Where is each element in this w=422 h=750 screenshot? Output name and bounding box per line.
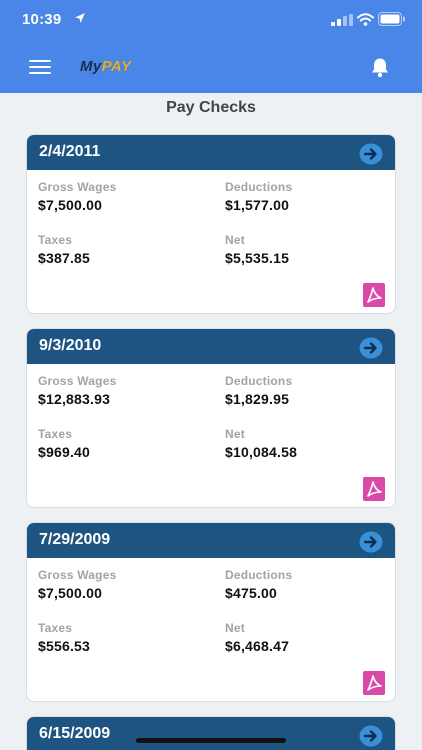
gross-wages-value: $7,500.00 — [38, 585, 103, 601]
paycheck-card-header: 9/3/2010 — [27, 329, 395, 364]
gross-wages-value: $12,883.93 — [38, 391, 111, 407]
paycheck-card-header: 6/15/2009 — [27, 717, 395, 750]
logo-my: My — [80, 58, 102, 75]
deductions-label: Deductions — [225, 568, 293, 582]
deductions-label: Deductions — [225, 374, 293, 388]
paycheck-card: 9/3/2010 Gross Wages $12,883.93 Deductio… — [26, 328, 396, 508]
gross-wages-label: Gross Wages — [38, 374, 117, 388]
pdf-icon[interactable] — [363, 477, 385, 501]
taxes-value: $387.85 — [38, 250, 91, 266]
app-header: 10:39 MyPAY — [0, 0, 422, 93]
arrow-right-circle-icon[interactable] — [359, 531, 383, 553]
paycheck-card: 6/15/2009 — [26, 716, 396, 750]
wifi-icon — [357, 13, 374, 26]
cellular-signal-icon — [331, 14, 353, 26]
taxes-value: $969.40 — [38, 444, 91, 460]
pdf-icon[interactable] — [363, 283, 385, 307]
net-value: $10,084.58 — [225, 444, 298, 460]
paycheck-card: 2/4/2011 Gross Wages $7,500.00 Deduction… — [26, 134, 396, 314]
deductions-value: $1,577.00 — [225, 197, 290, 213]
logo-pay: PAY — [101, 58, 132, 75]
net-value: $6,468.47 — [225, 638, 290, 654]
location-arrow-icon — [75, 13, 85, 23]
paycheck-card-header: 7/29/2009 — [27, 523, 395, 558]
page-title: Pay Checks — [166, 99, 256, 116]
paycheck-date: 6/15/2009 — [39, 725, 111, 742]
status-time: 10:39 — [22, 11, 62, 28]
deductions-value: $1,829.95 — [225, 391, 290, 407]
taxes-value: $556.53 — [38, 638, 91, 654]
paycheck-date: 2/4/2011 — [39, 143, 101, 160]
gross-wages-label: Gross Wages — [38, 180, 117, 194]
gross-wages-label: Gross Wages — [38, 568, 117, 582]
taxes-label: Taxes — [38, 427, 73, 441]
taxes-label: Taxes — [38, 621, 73, 635]
hamburger-menu-icon[interactable] — [29, 59, 51, 75]
bell-icon[interactable] — [370, 57, 390, 78]
gross-wages-value: $7,500.00 — [38, 197, 103, 213]
net-label: Net — [225, 233, 245, 247]
arrow-right-circle-icon[interactable] — [359, 725, 383, 747]
deductions-label: Deductions — [225, 180, 293, 194]
deductions-value: $475.00 — [225, 585, 278, 601]
arrow-right-circle-icon[interactable] — [359, 337, 383, 359]
arrow-right-circle-icon[interactable] — [359, 143, 383, 165]
net-label: Net — [225, 621, 245, 635]
home-indicator[interactable] — [136, 738, 286, 743]
status-bar: 10:39 — [0, 0, 422, 40]
pdf-icon[interactable] — [363, 671, 385, 695]
paycheck-card: 7/29/2009 Gross Wages $7,500.00 Deductio… — [26, 522, 396, 702]
paycheck-card-header: 2/4/2011 — [27, 135, 395, 170]
paycheck-date: 9/3/2010 — [39, 337, 102, 354]
mypay-logo: MyPAY — [80, 58, 131, 75]
battery-icon — [378, 12, 405, 26]
net-label: Net — [225, 427, 245, 441]
paycheck-date: 7/29/2009 — [39, 531, 111, 548]
taxes-label: Taxes — [38, 233, 73, 247]
net-value: $5,535.15 — [225, 250, 290, 266]
